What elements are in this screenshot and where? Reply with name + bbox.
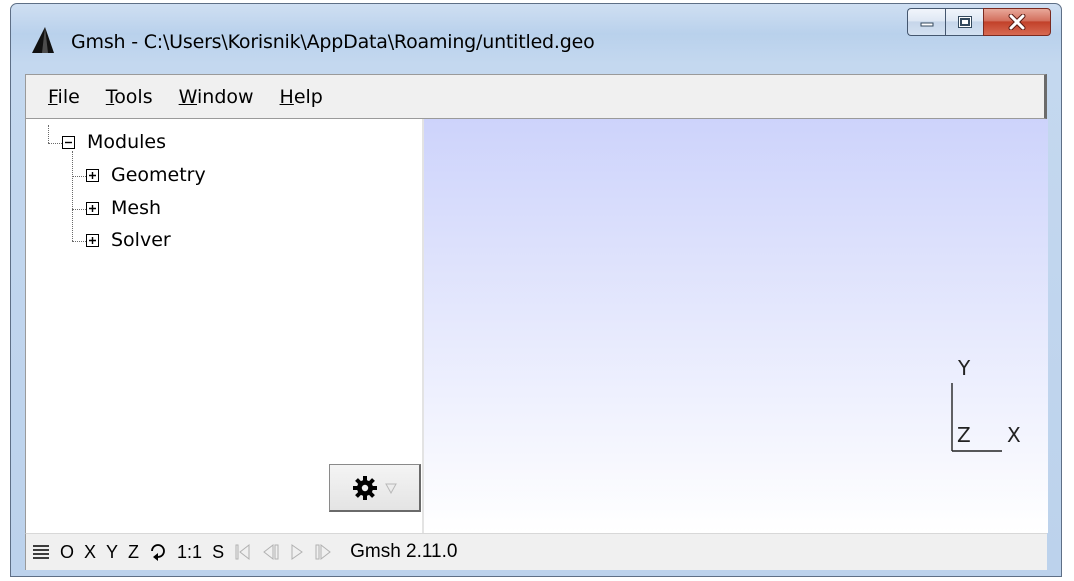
view-x-button[interactable]: X [84,542,96,563]
tree-connector-mesh [72,209,86,210]
collapse-icon[interactable] [62,135,75,149]
close-button[interactable] [983,8,1051,36]
close-icon [1008,14,1026,30]
status-bar: O X Y Z 1:1 S Gmsh 2.11.0 [25,533,1047,570]
tree-item-label: Geometry [111,164,206,186]
view-y-button[interactable]: Y [106,542,118,563]
client-area: Modules Geometry Mesh Solver Y Z X [25,119,1048,533]
menu-bar: File Tools Window Help [25,74,1047,119]
tree-item-mesh[interactable]: Mesh [86,197,161,219]
menu-help[interactable]: Help [280,86,323,108]
tree-item-label: Modules [87,131,166,153]
tree-item-label: Solver [111,229,171,251]
window-title: Gmsh - C:\Users\Korisnik\AppData\Roaming… [71,31,595,53]
status-menu-icon[interactable] [32,544,50,560]
module-tree: Modules Geometry Mesh Solver [26,119,424,533]
next-frame-icon[interactable] [314,543,332,561]
expand-icon[interactable] [86,233,99,247]
menu-window[interactable]: Window [179,86,254,108]
minimize-button[interactable] [907,8,945,36]
tree-item-solver[interactable]: Solver [86,229,171,251]
gear-icon [352,475,377,500]
graphics-viewport[interactable]: Y Z X [424,119,1048,533]
minimize-icon [920,22,933,27]
expand-icon[interactable] [86,168,99,182]
menu-tools[interactable]: Tools [106,86,153,108]
expand-icon[interactable] [86,201,99,215]
tree-connector-root-h [48,143,62,144]
app-window: Gmsh - C:\Users\Korisnik\AppData\Roaming… [10,3,1062,577]
dropdown-arrow-icon [384,483,397,494]
scale-1-1-button[interactable]: 1:1 [177,542,202,563]
tree-connector-root [48,125,49,143]
previous-frame-icon[interactable] [262,543,280,561]
tree-connector-geometry [72,176,86,177]
first-frame-icon[interactable] [234,543,252,561]
view-z-button[interactable]: Z [128,542,139,563]
tree-item-geometry[interactable]: Geometry [86,164,206,186]
select-button[interactable]: S [212,542,224,563]
options-gear-button[interactable] [329,464,421,512]
reset-view-button[interactable]: O [60,542,74,563]
maximize-button[interactable] [945,8,983,36]
menu-file[interactable]: File [48,86,80,108]
title-bar[interactable]: Gmsh - C:\Users\Korisnik\AppData\Roaming… [11,4,1061,68]
play-icon[interactable] [290,543,304,561]
caption-buttons [907,8,1051,38]
maximize-icon [957,16,972,28]
version-label: Gmsh 2.11.0 [350,541,458,562]
tree-connector-solver [72,241,86,242]
axis-z-label: Z [957,423,971,447]
tree-connector-children [72,151,73,241]
axis-x-label: X [1007,423,1021,447]
axis-y-label: Y [958,356,971,380]
rotate-icon[interactable] [149,542,167,562]
tree-item-modules[interactable]: Modules [62,131,166,153]
gmsh-logo-icon [32,27,54,53]
tree-item-label: Mesh [111,197,162,219]
